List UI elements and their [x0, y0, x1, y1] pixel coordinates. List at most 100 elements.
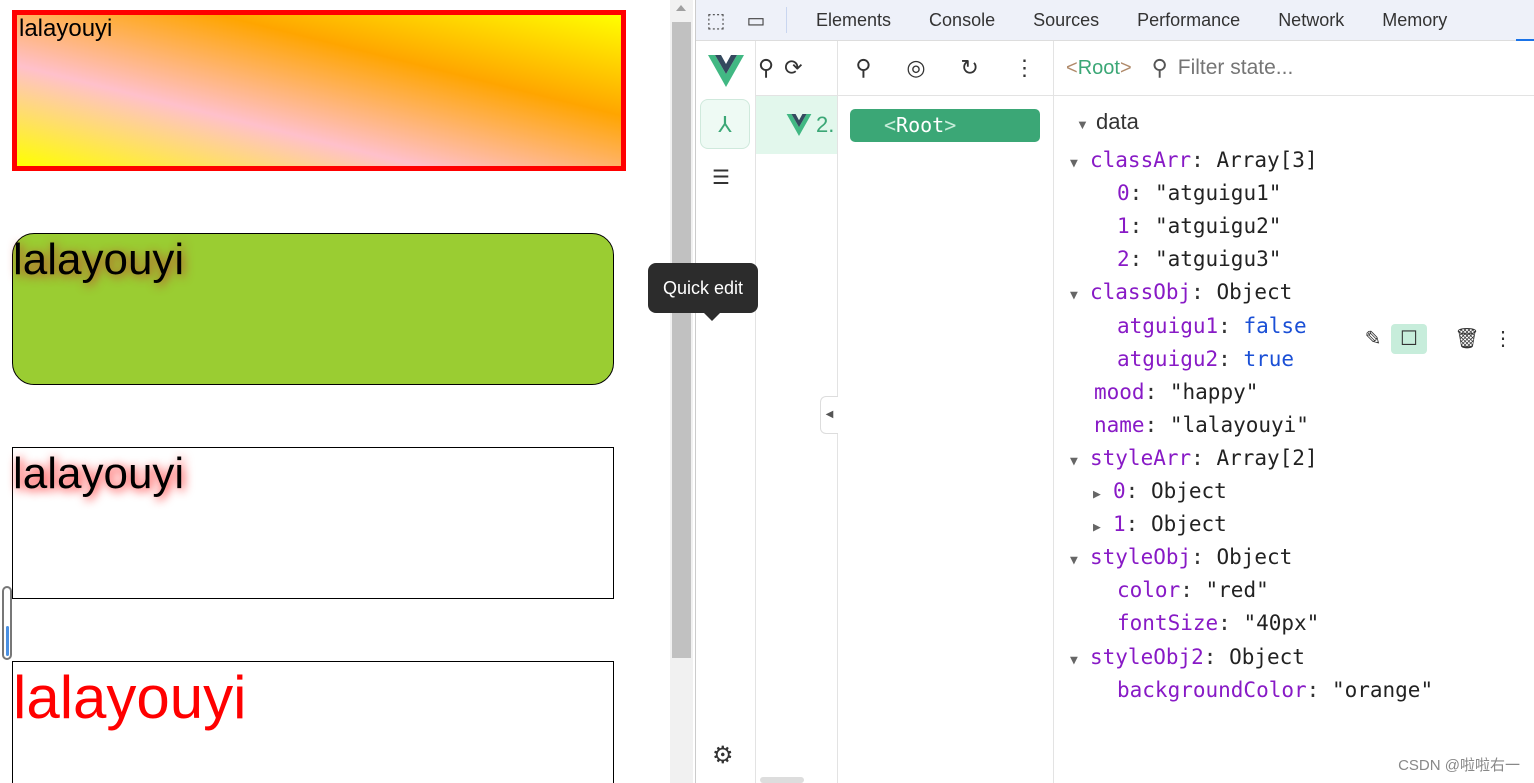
state-inspector: <Root> ⚲ ▼data ▼classArr: Array[3]0: "at…: [1054, 41, 1534, 783]
collapse-panel-button[interactable]: ◀: [820, 396, 838, 434]
caret-down-icon[interactable]: ▼: [1070, 281, 1090, 311]
state-row[interactable]: name: "lalayouyi": [1094, 410, 1309, 440]
state-row[interactable]: ▼ styleArr: Array[2]: [1070, 443, 1318, 473]
filter-state-input[interactable]: [1177, 56, 1418, 80]
state-value: Object: [1216, 280, 1293, 305]
refresh-sync-icon[interactable]: ⟳: [784, 55, 802, 81]
state-key: 1: [1113, 512, 1126, 537]
colon: :: [1129, 181, 1155, 206]
box-text: lalayouyi: [19, 15, 113, 42]
horizontal-scrollbar[interactable]: [760, 777, 804, 783]
colon: :: [1191, 545, 1217, 570]
state-row[interactable]: 0: "atguigu1": [1117, 178, 1281, 208]
caret-down-icon[interactable]: ▼: [1070, 447, 1090, 477]
state-row[interactable]: ▼ styleObj2: Object: [1070, 642, 1305, 672]
state-value: "atguigu3": [1154, 247, 1282, 272]
colon: :: [1191, 148, 1217, 172]
state-key: fontSize: [1117, 611, 1219, 636]
state-value: Object: [1229, 644, 1305, 669]
state-row[interactable]: ▼ classObj: Object: [1070, 277, 1292, 307]
state-key: styleObj2: [1090, 644, 1204, 669]
scroll-up-arrow-icon[interactable]: [676, 5, 686, 11]
component-root[interactable]: <Root>: [850, 109, 1040, 142]
device-toolbar-icon[interactable]: ▭: [736, 8, 776, 33]
colon: :: [1191, 280, 1217, 305]
state-key: atguigu2: [1117, 346, 1219, 371]
state-key: mood: [1094, 379, 1145, 404]
state-row[interactable]: atguigu2: true: [1117, 344, 1294, 374]
state-row[interactable]: color: "red": [1117, 575, 1269, 605]
caret-right-icon[interactable]: ▶: [1093, 480, 1113, 510]
state-row[interactable]: backgroundColor: "orange": [1117, 675, 1433, 705]
state-value: "atguigu1": [1154, 181, 1282, 206]
red-text-box: lalayouyi: [12, 661, 614, 783]
resize-handle[interactable]: [2, 586, 12, 660]
green-rounded-box: lalayouyi: [12, 233, 614, 385]
caret-right-icon[interactable]: ▶: [1093, 513, 1113, 543]
tab-elements[interactable]: Elements: [797, 10, 910, 31]
section-data[interactable]: ▼ data: [1076, 109, 1139, 135]
tab-network[interactable]: Network: [1259, 10, 1363, 31]
state-row[interactable]: atguigu1: false: [1117, 311, 1307, 341]
tab-sources[interactable]: Sources: [1014, 10, 1118, 31]
component-tree: ⚲ ◎ ↻ ⋮ <Root> ◀: [820, 41, 1054, 783]
search-icon[interactable]: ⚲: [758, 55, 774, 81]
state-value: true: [1243, 346, 1295, 371]
state-row[interactable]: ▼ styleObj: Object: [1070, 542, 1292, 572]
app-item[interactable]: 2.: [756, 96, 837, 154]
state-row[interactable]: ▼ classArr: Array[3]: [1070, 145, 1318, 175]
page-preview: lalayouyi lalayouyi lalayouyi lalayouyi: [0, 0, 670, 783]
tab-console[interactable]: Console: [910, 10, 1014, 31]
state-row[interactable]: ▶ 1: Object: [1093, 509, 1227, 539]
caret-down-icon[interactable]: ▼: [1070, 149, 1090, 179]
state-value: "red": [1205, 578, 1269, 603]
state-row[interactable]: mood: "happy": [1094, 377, 1258, 407]
more-vert-icon[interactable]: ⋮: [1485, 324, 1521, 354]
colon: :: [1203, 644, 1230, 669]
box-text: lalayouyi: [13, 235, 185, 284]
state-key: 0: [1113, 479, 1126, 503]
state-row[interactable]: 1: "atguigu2": [1117, 211, 1281, 241]
tab-memory[interactable]: Memory: [1363, 10, 1466, 31]
state-value: Object: [1150, 479, 1227, 503]
state-key: color: [1117, 578, 1181, 603]
state-value: "atguigu2": [1154, 214, 1282, 239]
reload-icon[interactable]: ↻: [960, 55, 978, 81]
quick-edit-checkbox-icon[interactable]: ☐: [1391, 324, 1427, 354]
state-value: "orange": [1331, 677, 1434, 702]
timeline-icon[interactable]: ☰: [712, 165, 730, 190]
state-value: Array[2]: [1216, 445, 1318, 470]
state-key: classArr: [1090, 148, 1192, 172]
colon: :: [1129, 247, 1155, 272]
search-icon[interactable]: ⚲: [855, 55, 871, 81]
caret-down-icon[interactable]: ▼: [1070, 646, 1090, 676]
state-key: styleArr: [1090, 445, 1192, 470]
colon: :: [1125, 479, 1151, 503]
state-value: Object: [1150, 512, 1227, 537]
colon: :: [1306, 677, 1332, 702]
vue-logo-icon: [786, 114, 812, 136]
more-vert-icon[interactable]: ⋮: [1014, 55, 1036, 81]
state-row[interactable]: 2: "atguigu3": [1117, 244, 1281, 274]
delete-icon[interactable]: 🗑: [1449, 324, 1485, 354]
search-icon: ⚲: [1151, 55, 1168, 80]
vue-logo-icon: [708, 55, 744, 87]
scrollbar-thumb[interactable]: [672, 22, 691, 658]
state-row[interactable]: ▶ 0: Object: [1093, 476, 1227, 506]
gear-icon[interactable]: ⚙: [712, 741, 734, 770]
tab-performance[interactable]: Performance: [1118, 10, 1259, 31]
edit-pencil-icon[interactable]: ✎: [1355, 324, 1391, 354]
components-tree-icon[interactable]: ⅄: [700, 99, 750, 149]
state-value: Array[3]: [1216, 148, 1318, 172]
state-row[interactable]: fontSize: "40px": [1117, 608, 1319, 638]
devtools-tabbar: ⬚ ▭ Elements Console Sources Performance…: [696, 0, 1534, 41]
state-key: 2: [1117, 247, 1130, 272]
selected-component-tag: <Root>: [1066, 56, 1132, 79]
target-select-icon[interactable]: ◎: [906, 55, 925, 81]
box-text: lalayouyi: [13, 664, 247, 731]
devtools-panel: ⬚ ▭ Elements Console Sources Performance…: [695, 0, 1534, 783]
page-scrollbar[interactable]: [670, 0, 693, 783]
inspect-element-icon[interactable]: ⬚: [696, 8, 736, 33]
state-key: 0: [1117, 181, 1130, 206]
caret-down-icon[interactable]: ▼: [1070, 546, 1090, 576]
